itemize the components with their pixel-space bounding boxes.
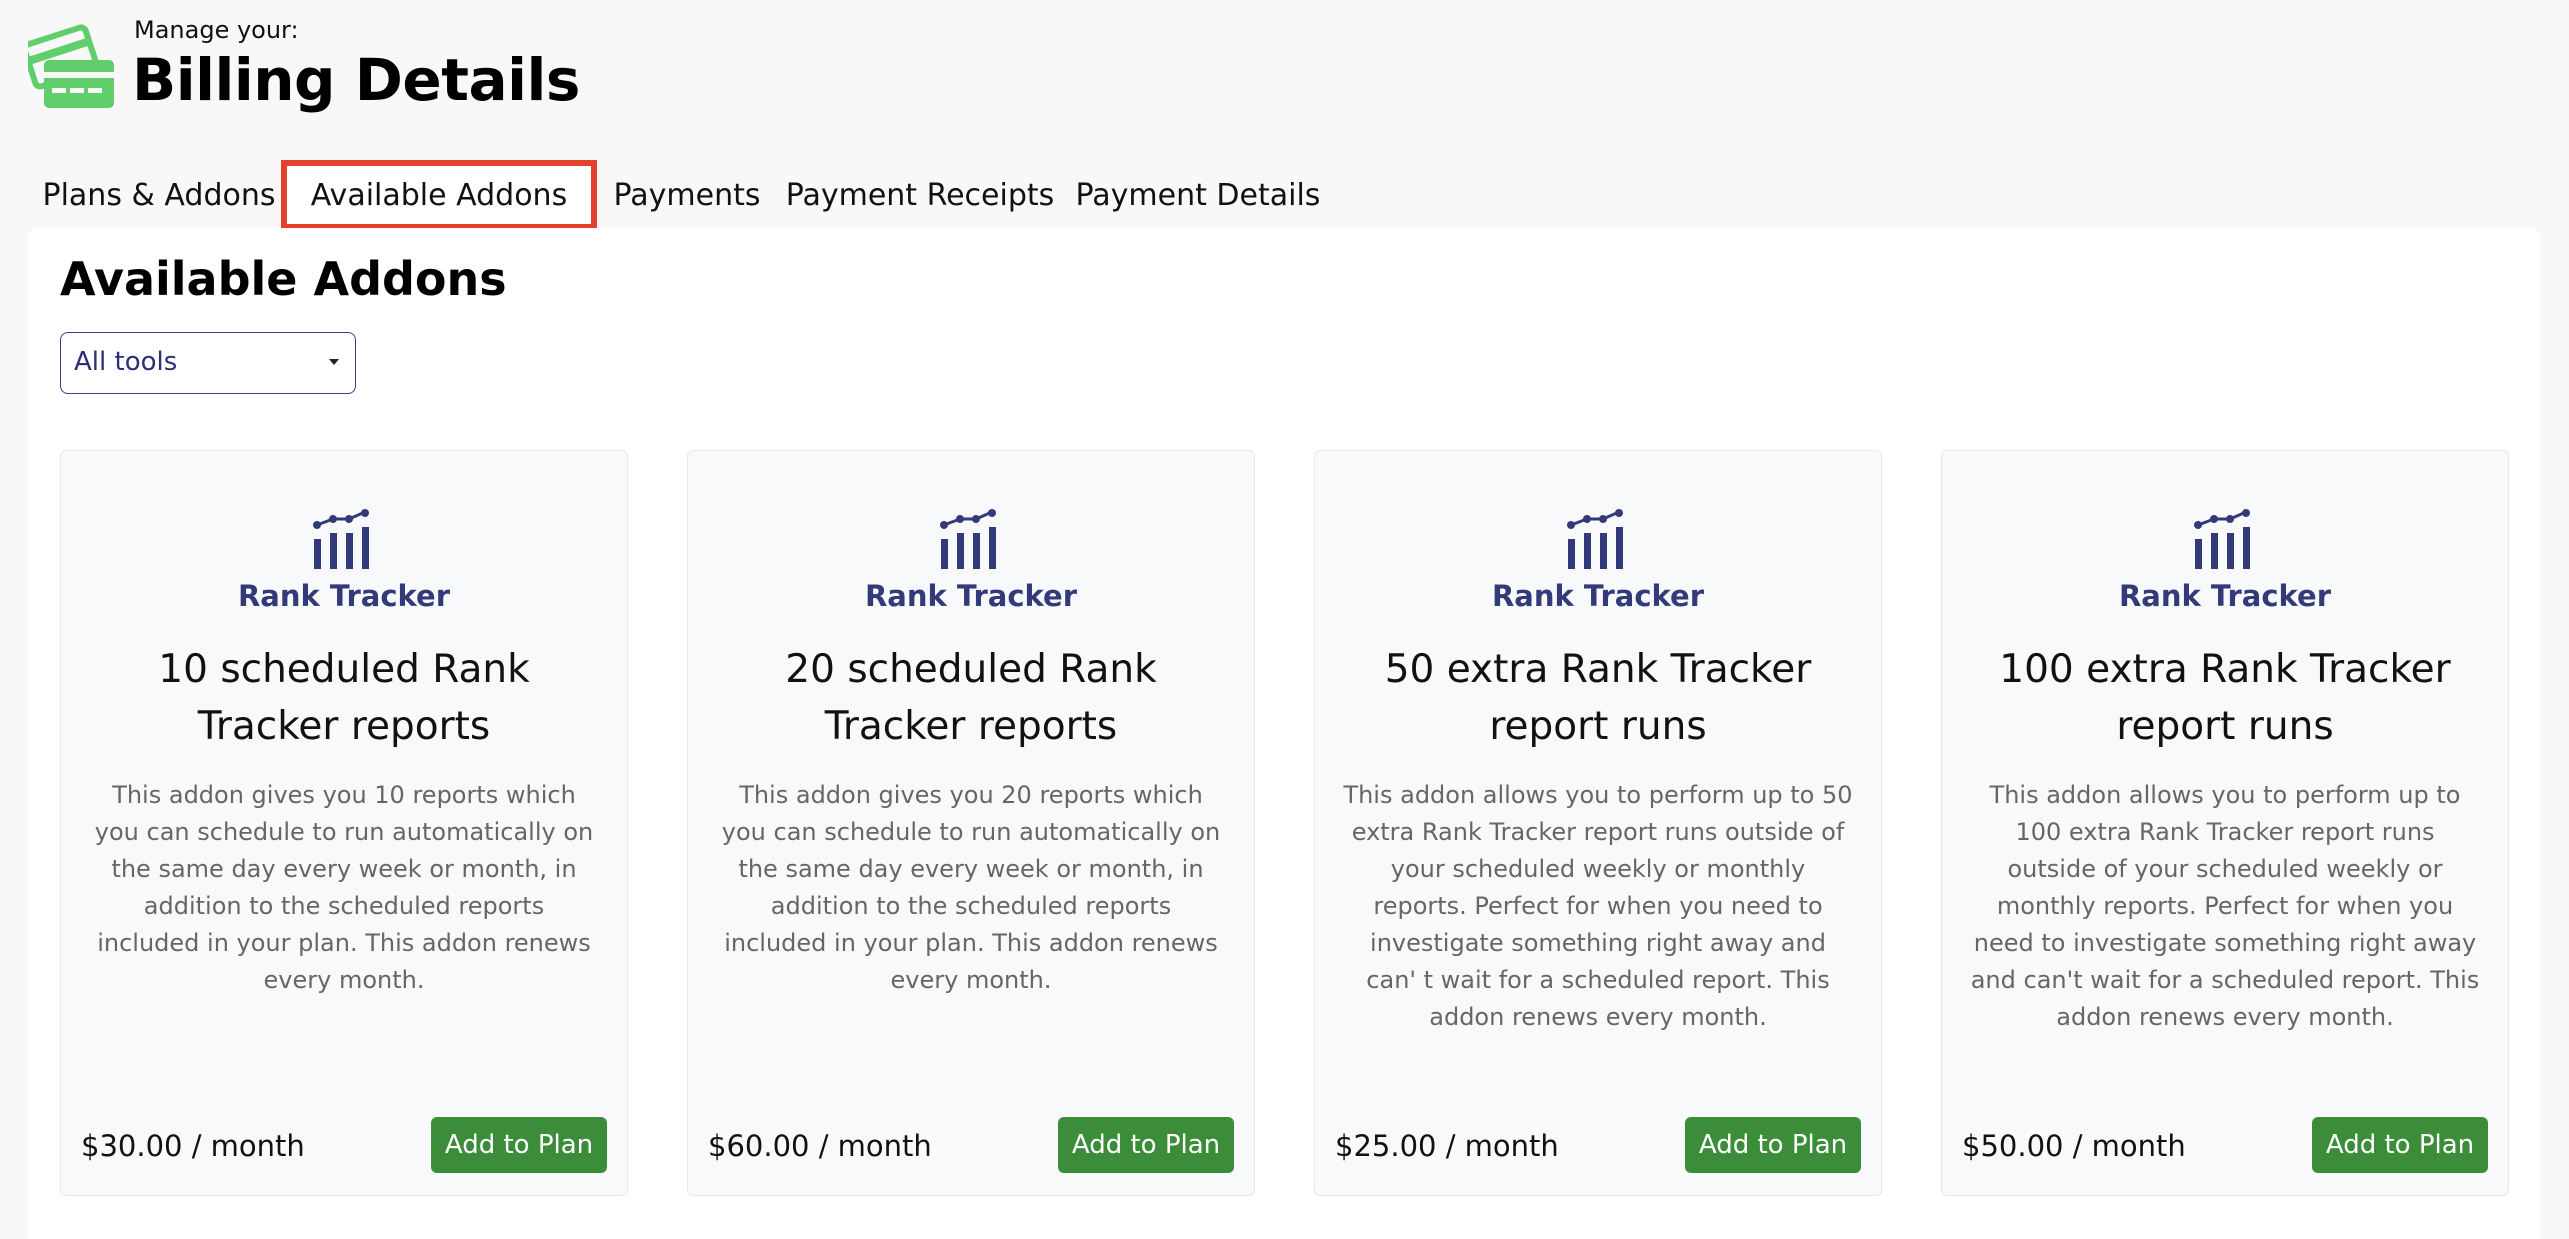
addon-card: Rank Tracker 50 extra Rank Tracker repor…: [1314, 450, 1882, 1196]
card-description: This addon gives you 20 reports which yo…: [721, 781, 1221, 994]
tab-plans-addons[interactable]: Plans & Addons: [28, 160, 290, 230]
tool-filter-select[interactable]: All tools: [60, 332, 356, 394]
card-title: 100 extra Rank Tracker report runs: [1999, 647, 2451, 749]
add-to-plan-button[interactable]: Add to Plan: [2312, 1117, 2488, 1173]
card-price: $50.00 / month: [1962, 1129, 2186, 1163]
addon-card: Rank Tracker 10 scheduled Rank Tracker r…: [60, 450, 628, 1196]
addons-panel: Available Addons All tools Rank Tracker …: [28, 228, 2540, 1239]
tab-payments[interactable]: Payments: [597, 160, 777, 230]
add-to-plan-button[interactable]: Add to Plan: [1685, 1117, 1861, 1173]
card-title: 50 extra Rank Tracker report runs: [1384, 647, 1812, 749]
card-price: $30.00 / month: [81, 1129, 305, 1163]
panel-title: Available Addons: [60, 252, 507, 306]
card-description: This addon allows you to perform up to 1…: [1970, 781, 2480, 1031]
addon-card: Rank Tracker 20 scheduled Rank Tracker r…: [687, 450, 1255, 1196]
card-tool-name: Rank Tracker: [237, 579, 451, 613]
add-to-plan-button[interactable]: Add to Plan: [1058, 1117, 1234, 1173]
rank-chart-icon: [940, 509, 996, 569]
card-price: $60.00 / month: [708, 1129, 932, 1163]
page-title: Billing Details: [132, 46, 580, 114]
tab-payment-receipts[interactable]: Payment Receipts: [777, 160, 1063, 230]
card-tool-name: Rank Tracker: [864, 579, 1078, 613]
tool-filter-value: All tools: [74, 347, 178, 377]
credit-card-icon: [28, 24, 114, 108]
page-header: Manage your: Billing Details: [28, 12, 728, 122]
card-price: $25.00 / month: [1335, 1129, 1559, 1163]
addon-card: Rank Tracker 100 extra Rank Tracker repo…: [1941, 450, 2509, 1196]
card-tool-name: Rank Tracker: [1491, 579, 1705, 613]
card-title: 10 scheduled Rank Tracker reports: [158, 647, 530, 749]
card-description: This addon allows you to perform up to 5…: [1343, 781, 1853, 1031]
billing-tabs: Plans & Addons Available Addons Payments…: [28, 160, 1428, 230]
rank-chart-icon: [2194, 509, 2250, 569]
caret-down-icon: [329, 359, 339, 365]
card-tool-name: Rank Tracker: [2118, 579, 2332, 613]
rank-chart-icon: [1567, 509, 1623, 569]
rank-chart-icon: [313, 509, 369, 569]
header-kicker: Manage your:: [134, 16, 299, 44]
tab-available-addons[interactable]: Available Addons: [281, 160, 597, 230]
card-title: 20 scheduled Rank Tracker reports: [785, 647, 1157, 749]
tab-payment-details[interactable]: Payment Details: [1063, 160, 1333, 230]
add-to-plan-button[interactable]: Add to Plan: [431, 1117, 607, 1173]
card-description: This addon gives you 10 reports which yo…: [94, 781, 594, 994]
